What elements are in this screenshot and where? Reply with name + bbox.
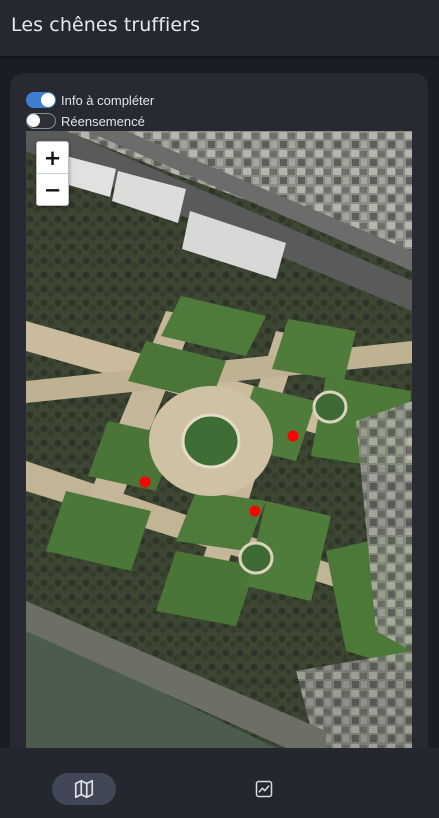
zoom-out-button[interactable]: − — [37, 174, 68, 205]
filter-info-a-completer[interactable]: Info à compléter — [26, 91, 154, 109]
bottom-navigation — [0, 748, 439, 818]
nav-image-button[interactable] — [232, 773, 296, 805]
zoom-in-button[interactable]: + — [37, 142, 68, 174]
toggle-label-reensemence: Réensemencé — [61, 113, 145, 129]
page-title: Les chênes truffiers — [11, 14, 201, 36]
zoom-control: + − — [36, 141, 69, 206]
nav-map-button[interactable] — [52, 773, 116, 805]
image-chart-icon — [255, 780, 273, 798]
toggle-knob — [27, 114, 40, 127]
map-imagery — [26, 131, 412, 748]
toggle-switch-info-a-completer[interactable] — [26, 92, 56, 108]
tree-marker-2[interactable] — [139, 476, 151, 488]
app-bar: Les chênes truffiers — [0, 0, 439, 56]
toggle-switch-reensemence[interactable] — [26, 113, 56, 129]
filter-reensemence[interactable]: Réensemencé — [26, 112, 145, 130]
satellite-map[interactable] — [26, 131, 412, 748]
tree-marker-1[interactable] — [287, 430, 299, 442]
toggle-knob — [41, 93, 55, 107]
map-icon — [74, 779, 94, 799]
toggle-label-info-a-completer: Info à compléter — [61, 92, 155, 108]
tree-marker-3[interactable] — [249, 505, 261, 517]
